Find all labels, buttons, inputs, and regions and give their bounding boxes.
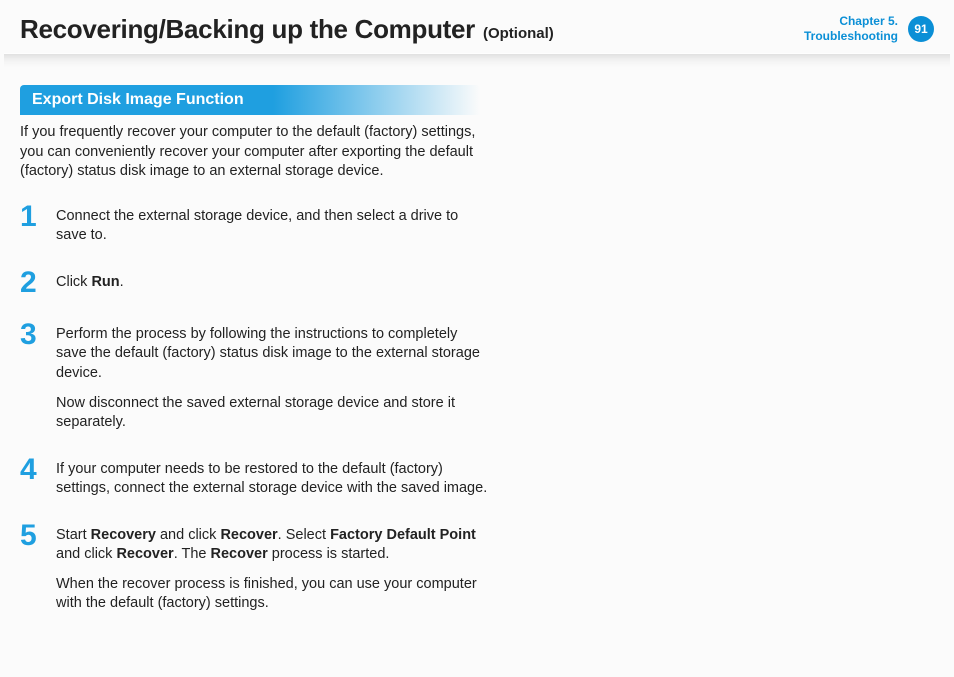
step: 5 Start Recovery and click Recover. Selec… — [20, 521, 490, 614]
page-title: Recovering/Backing up the Computer — [20, 14, 475, 45]
step-paragraph: Click Run. — [56, 273, 124, 293]
chapter-group: Chapter 5. Troubleshooting 91 — [804, 14, 934, 44]
step: 2 Click Run. — [20, 268, 490, 298]
step-number: 5 — [20, 521, 42, 551]
step-number: 4 — [20, 455, 42, 485]
step-number: 1 — [20, 202, 42, 232]
bold-text: Run — [91, 274, 119, 290]
step-body: Connect the external storage device, and… — [56, 202, 490, 246]
bold-text: Recover — [116, 546, 173, 562]
chapter-label: Chapter 5. Troubleshooting — [804, 14, 898, 44]
step-paragraph: Connect the external storage device, and… — [56, 207, 490, 246]
page-header: Recovering/Backing up the Computer (Opti… — [0, 0, 954, 53]
header-divider — [4, 53, 950, 67]
bold-text: Recovery — [91, 527, 156, 543]
step-body: Perform the process by following the ins… — [56, 320, 490, 433]
step: 3 Perform the process by following the in… — [20, 320, 490, 433]
chapter-line1: Chapter 5. — [804, 14, 898, 29]
step-paragraph: Now disconnect the saved external storag… — [56, 394, 490, 433]
step-body: Start Recovery and click Recover. Select… — [56, 521, 490, 614]
step-paragraph: Perform the process by following the ins… — [56, 325, 490, 384]
page-title-optional: (Optional) — [483, 25, 554, 42]
steps-list: 1Connect the external storage device, an… — [20, 202, 470, 614]
step: 4 If your computer needs to be restored t… — [20, 455, 490, 499]
bold-text: Recover — [211, 546, 268, 562]
step-body: If your computer needs to be restored to… — [56, 455, 490, 499]
section-intro: If you frequently recover your computer … — [20, 123, 480, 182]
chapter-line2: Troubleshooting — [804, 29, 898, 44]
step-body: Click Run. — [56, 268, 124, 293]
bold-text: Factory Default Point — [330, 527, 476, 543]
page-number-badge: 91 — [908, 16, 934, 42]
title-group: Recovering/Backing up the Computer (Opti… — [20, 14, 554, 45]
step-paragraph: If your computer needs to be restored to… — [56, 460, 490, 499]
step-paragraph: Start Recovery and click Recover. Select… — [56, 526, 490, 565]
section-heading: Export Disk Image Function — [20, 85, 480, 115]
bold-text: Recover — [220, 527, 277, 543]
step-number: 2 — [20, 268, 42, 298]
step-paragraph: When the recover process is finished, yo… — [56, 575, 490, 614]
step-number: 3 — [20, 320, 42, 350]
content-column: Export Disk Image Function If you freque… — [0, 85, 490, 614]
step: 1 Connect the external storage device, an… — [20, 202, 490, 246]
